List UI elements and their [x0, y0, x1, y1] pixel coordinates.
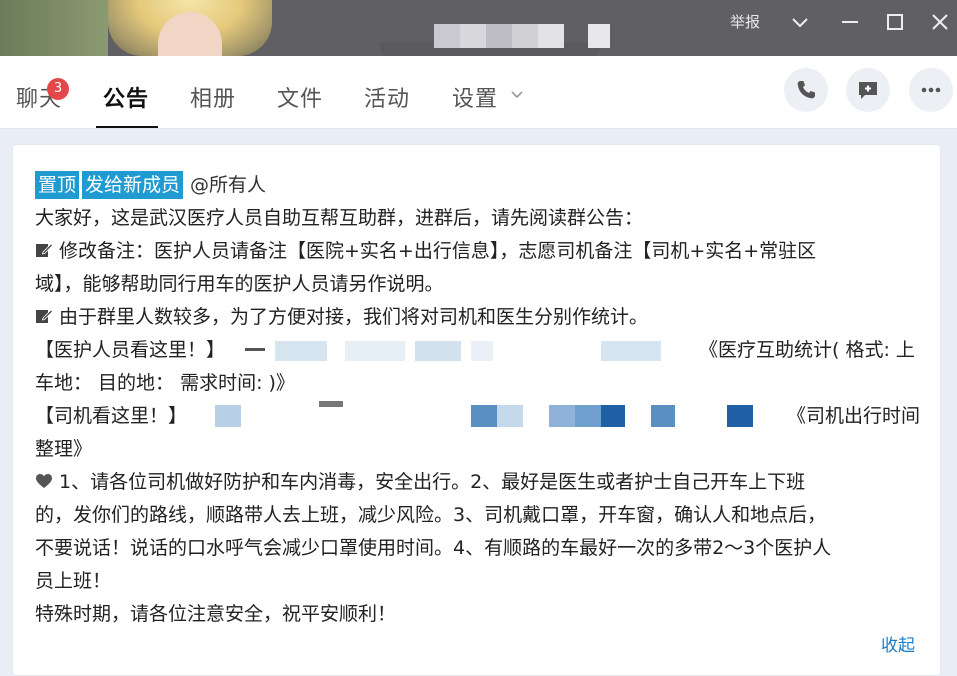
rules-text: 1、请各位司机做好防护和车内消毒，安全出行。2、最好是医生或者护士自己开车上下班: [59, 471, 806, 493]
announcement-content: 置顶 发给新成员 @所有人 大家好，这是武汉医疗人员自助互帮互助群，进群后，请先阅读…: [35, 169, 925, 631]
redacted-link: [601, 405, 625, 427]
announcement-line: 不要说话！说话的口水呼气会减少口罩使用时间。4、有顺路的车最好一次的多带2～3个…: [35, 537, 832, 559]
message-add-icon: [859, 82, 877, 99]
tab-announcement[interactable]: 公告: [103, 81, 149, 113]
driver-heading: 【司机看这里！】: [35, 405, 188, 427]
tab-files[interactable]: 文件: [277, 81, 323, 113]
redacted-link: [471, 405, 497, 427]
active-tab-indicator: [96, 126, 158, 128]
note-text: 修改备注：医护人员请备注【医院+实名+出行信息】，志愿司机备注【司机+实名+常驻…: [59, 240, 817, 262]
redacted-block: [434, 24, 460, 48]
announcement-card: 置顶 发给新成员 @所有人 大家好，这是武汉医疗人员自助互帮互助群，进群后，请先阅读…: [12, 144, 941, 676]
tab-activity[interactable]: 活动: [364, 81, 410, 113]
chevron-down-icon[interactable]: [510, 90, 524, 100]
phone-icon: [797, 81, 815, 99]
heart-icon: [36, 474, 52, 488]
medical-staff-heading: 【医护人员看这里！】: [35, 339, 226, 361]
announcement-line: 域】，能够帮助同行用车的医护人员请另作说明。: [35, 273, 444, 295]
redacted-link: [319, 401, 343, 407]
chevron-down-icon[interactable]: [788, 10, 812, 34]
send-to-new-members-tag: 发给新成员: [82, 171, 184, 199]
announcement-header: 置顶 发给新成员 @所有人: [35, 169, 925, 202]
edit-note-icon: [36, 309, 53, 323]
minimize-icon[interactable]: [838, 10, 862, 34]
medical-stats-link-text[interactable]: 《医疗互助统计( 格式: 上: [699, 334, 915, 367]
announcement-line: 大家好，这是武汉医疗人员自助互帮互助群，进群后，请先阅读群公告：: [35, 207, 644, 229]
new-message-button[interactable]: [846, 68, 890, 112]
announcement-line: 由于群里人数较多，为了方便对接，我们将对司机和医生分别作统计。: [35, 301, 925, 334]
redacted-block: [588, 24, 610, 48]
redacted-link: [345, 341, 405, 361]
collapse-link[interactable]: 收起: [881, 631, 915, 656]
redacted-link: [549, 405, 575, 427]
report-button[interactable]: 举报: [730, 11, 760, 32]
redacted-link: [727, 405, 753, 427]
avatar-face: [158, 12, 222, 56]
redacted-link: [415, 341, 461, 361]
driver-schedule-link-text[interactable]: 《司机出行时间: [787, 400, 920, 433]
more-icon: [921, 87, 941, 93]
tab-album[interactable]: 相册: [190, 81, 236, 113]
tab-settings[interactable]: 设置: [452, 81, 498, 113]
redacted-link: [601, 341, 661, 361]
announcement-line: 特殊时期，请各位注意安全，祝平安顺利！: [35, 603, 397, 625]
tab-bar: 聊天 3 公告 相册 文件 活动 设置: [0, 56, 957, 129]
mention-all: @所有人: [190, 174, 267, 196]
redacted-link: [497, 405, 523, 427]
edit-note-icon: [36, 243, 53, 257]
announcement-line: 车地： 目的地： 需求时间: )》: [35, 372, 295, 394]
title-bar: 举报: [0, 0, 957, 56]
redacted-link: [651, 405, 675, 427]
announcement-line: 的，发你们的路线，顺路带人去上班，减少风险。3、司机戴口罩，开车窗，确认人和地点…: [35, 504, 827, 526]
announcement-line: 1、请各位司机做好防护和车内消毒，安全出行。2、最好是医生或者护士自己开车上下班: [35, 466, 925, 499]
group-avatar[interactable]: [108, 0, 272, 56]
redacted-link: [471, 341, 493, 361]
maximize-icon[interactable]: [883, 10, 907, 34]
announcement-line: 整理》: [35, 438, 93, 460]
close-icon[interactable]: [928, 10, 952, 34]
avatar-background: [0, 0, 108, 56]
phone-call-button[interactable]: [784, 68, 828, 112]
announcement-line: 员上班！: [35, 570, 112, 592]
announcement-line: 【医护人员看这里！】 《医疗互助统计( 格式: 上: [35, 334, 925, 367]
note-text: 由于群里人数较多，为了方便对接，我们将对司机和医生分别作统计。: [59, 306, 649, 328]
redacted-link: [575, 405, 601, 427]
pinned-tag: 置顶: [35, 171, 80, 199]
redacted-link: [245, 348, 265, 351]
redacted-block: [486, 24, 512, 48]
announcement-line: 修改备注：医护人员请备注【医院+实名+出行信息】，志愿司机备注【司机+实名+常驻…: [35, 235, 925, 268]
more-options-button[interactable]: [909, 68, 953, 112]
redacted-block: [538, 24, 564, 48]
redacted-link: [275, 341, 327, 361]
redacted-block: [512, 24, 538, 48]
unread-badge: 3: [47, 78, 69, 100]
announcement-line: 【司机看这里！】 《司机出行时间: [35, 400, 925, 433]
redacted-link: [215, 405, 241, 427]
redacted-block: [460, 24, 486, 48]
